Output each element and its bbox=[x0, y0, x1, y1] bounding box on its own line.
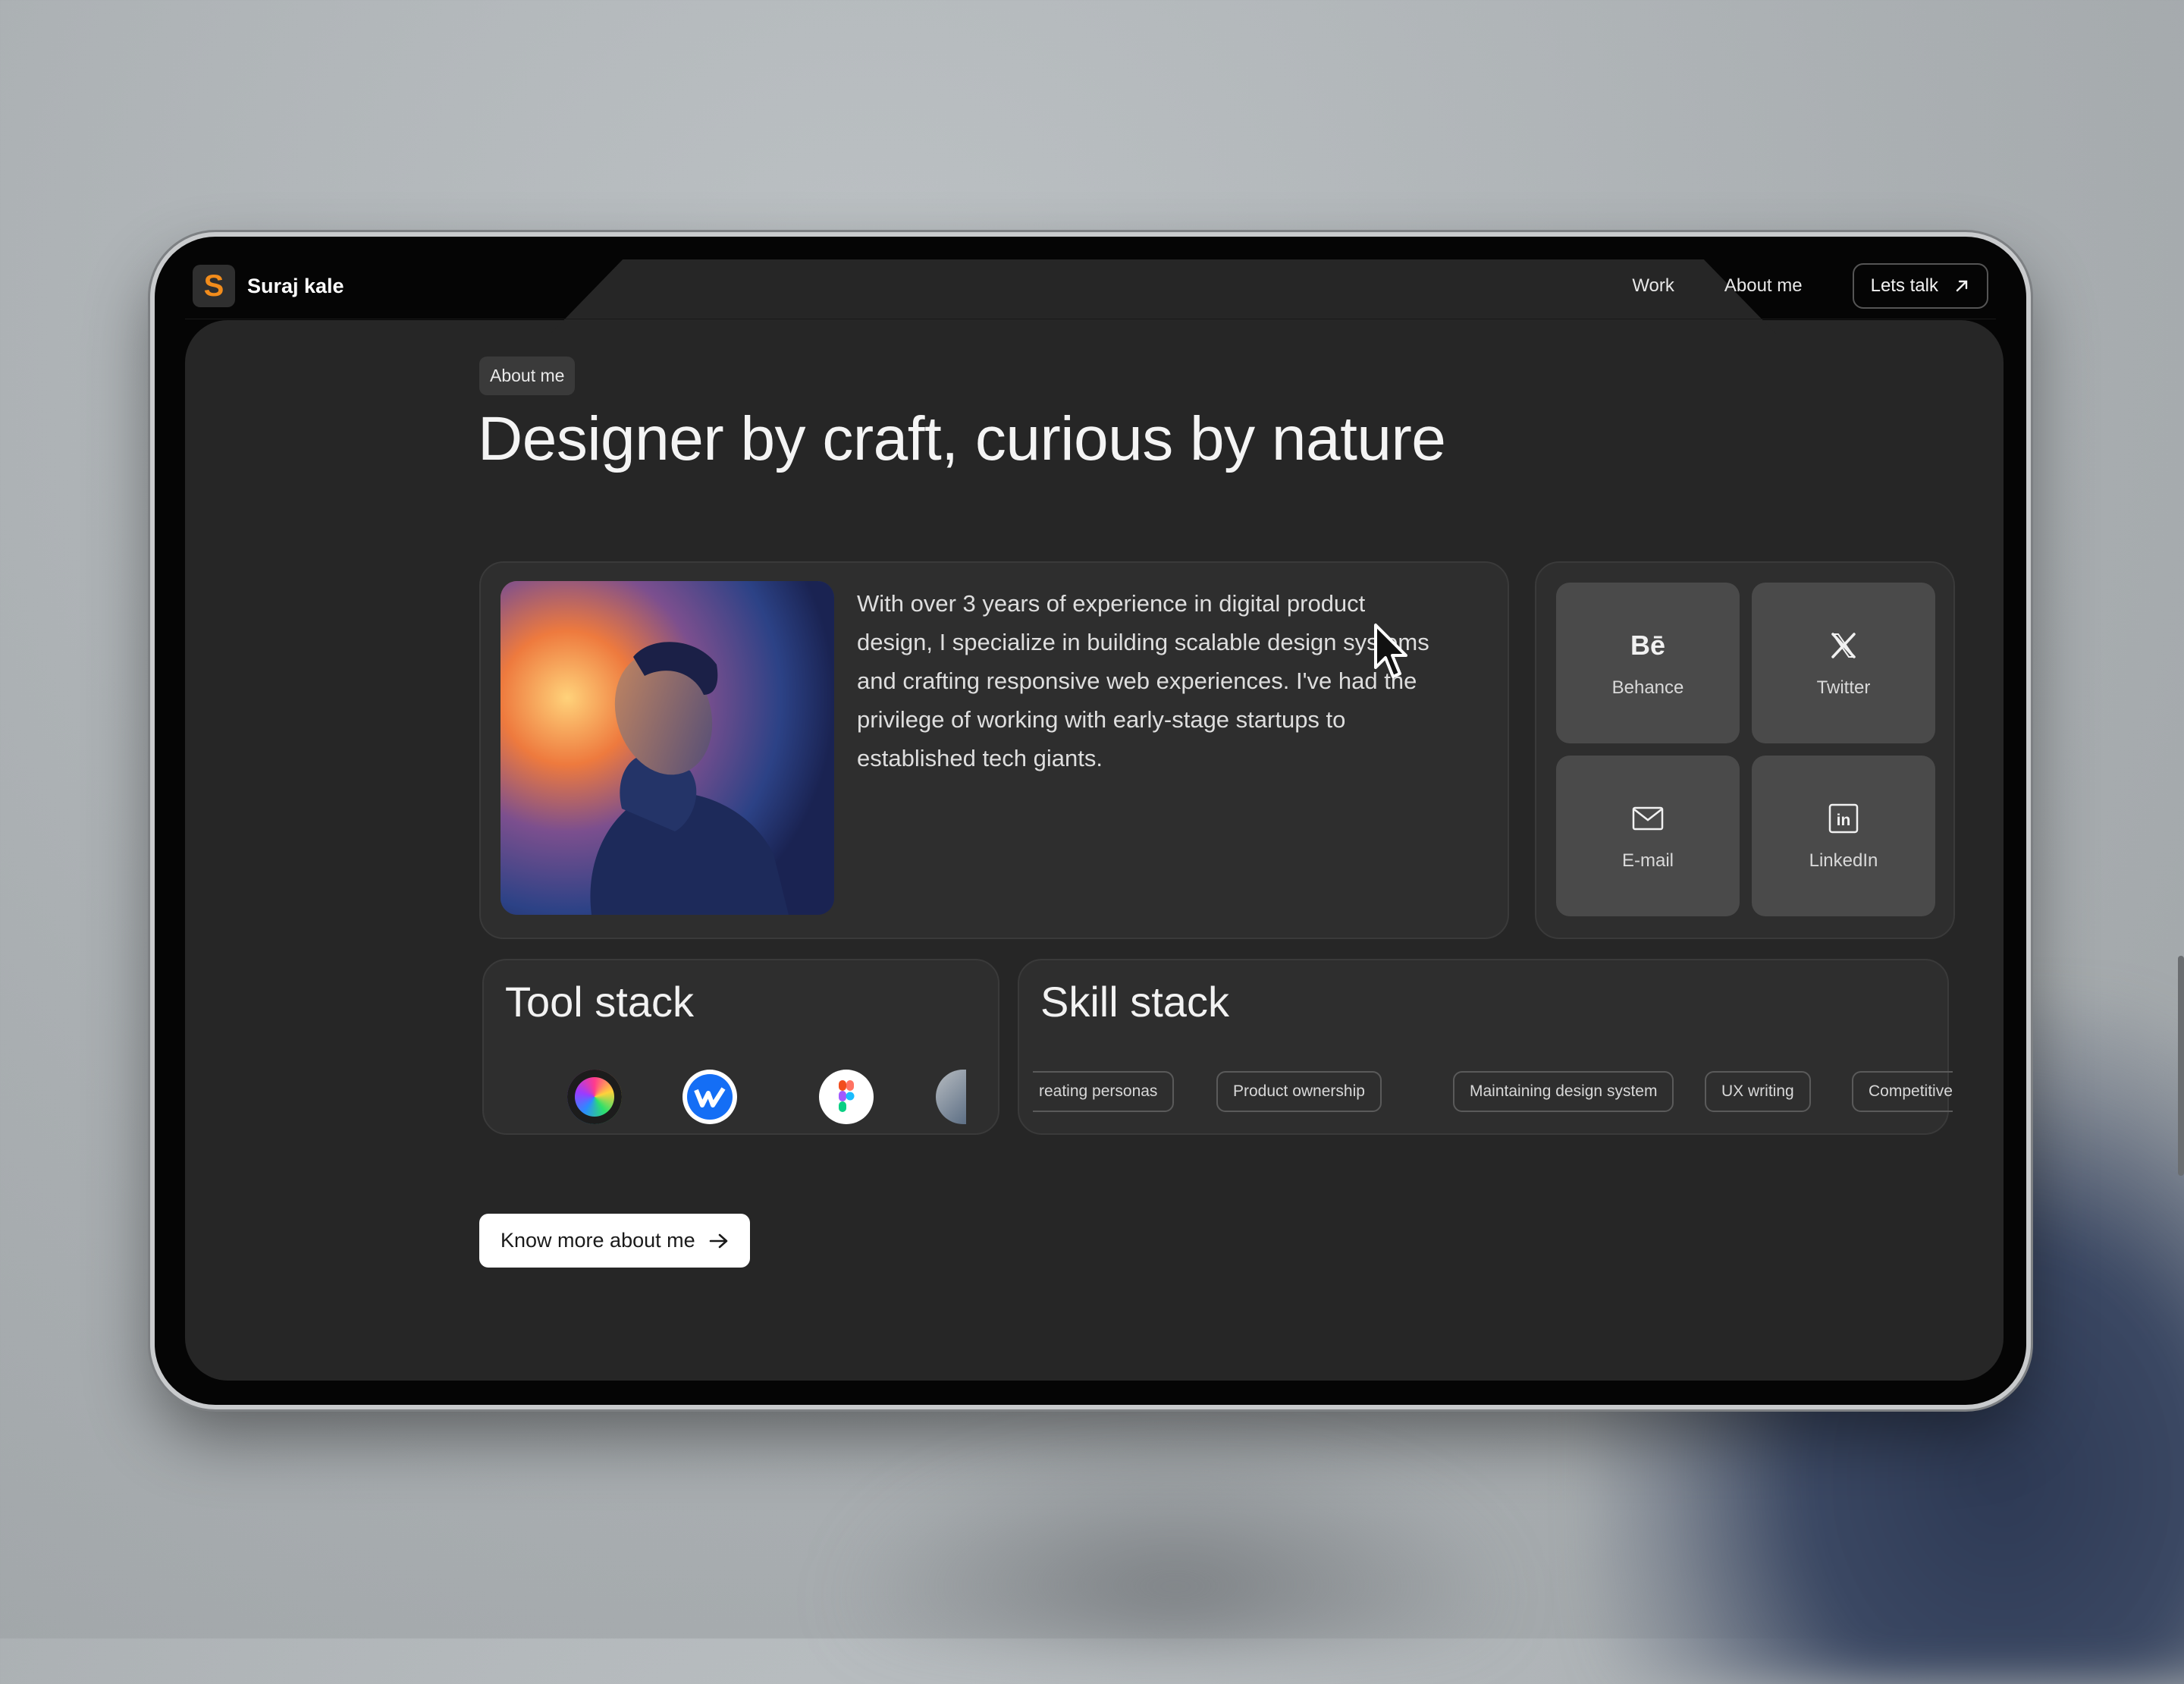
behance-icon: Bē bbox=[1630, 630, 1666, 661]
tool-stack-title: Tool stack bbox=[505, 978, 694, 1026]
arrow-right-icon bbox=[709, 1233, 727, 1248]
portrait-illustration bbox=[500, 581, 834, 915]
skill-pill: UX writing bbox=[1705, 1071, 1811, 1112]
tool-stack-card: Tool stack bbox=[482, 959, 999, 1135]
linkedin-tile[interactable]: in LinkedIn bbox=[1752, 756, 1935, 916]
social-card: Bē Behance Twitter E-mail in LinkedIn bbox=[1535, 561, 1955, 939]
portrait-image bbox=[500, 581, 834, 915]
scrollbar[interactable] bbox=[2178, 956, 2184, 1176]
twitter-tile[interactable]: Twitter bbox=[1752, 583, 1935, 743]
page-title: Designer by craft, curious by nature bbox=[478, 404, 1446, 473]
webflow-icon[interactable] bbox=[682, 1070, 737, 1124]
figma-icon[interactable] bbox=[819, 1070, 874, 1124]
lets-talk-button[interactable]: Lets talk bbox=[1852, 263, 1988, 309]
email-tile[interactable]: E-mail bbox=[1556, 756, 1740, 916]
linkedin-icon: in bbox=[1828, 800, 1859, 837]
x-icon bbox=[1828, 627, 1859, 664]
linkedin-label: LinkedIn bbox=[1809, 850, 1878, 871]
bio-paragraph: With over 3 years of experience in digit… bbox=[857, 590, 1429, 771]
svg-text:in: in bbox=[1837, 812, 1851, 829]
logo-icon[interactable]: S bbox=[193, 265, 235, 307]
section-tag: About me bbox=[479, 357, 576, 395]
skill-pill: Maintaining design system bbox=[1453, 1071, 1674, 1112]
skill-stack-title: Skill stack bbox=[1040, 978, 1229, 1026]
nav-links: Work About me Lets talk bbox=[1632, 263, 1988, 309]
spline-like-icon[interactable] bbox=[567, 1070, 622, 1124]
mail-icon bbox=[1632, 800, 1664, 837]
behance-label: Behance bbox=[1611, 677, 1684, 698]
know-more-button[interactable]: Know more about me bbox=[479, 1214, 750, 1268]
skill-pill: Competitive bbox=[1852, 1071, 1953, 1112]
logo-name[interactable]: Suraj kale bbox=[247, 275, 344, 298]
skill-stack-card: Skill stack reating personas Product own… bbox=[1018, 959, 1953, 1135]
email-label: E-mail bbox=[1621, 850, 1674, 871]
background-blur-light bbox=[834, 1441, 1517, 1638]
skill-pill: reating personas bbox=[1033, 1071, 1175, 1112]
device-frame: S Suraj kale Work About me Lets talk Abo… bbox=[155, 237, 2026, 1405]
nav-link-about[interactable]: About me bbox=[1724, 275, 1803, 297]
arrow-up-right-icon bbox=[1956, 280, 1968, 292]
bio-card: With over 3 years of experience in digit… bbox=[479, 561, 1509, 939]
skill-pill: Product ownership bbox=[1216, 1071, 1382, 1112]
behance-tile[interactable]: Bē Behance bbox=[1556, 583, 1740, 743]
lets-talk-label: Lets talk bbox=[1870, 275, 1938, 296]
mouse-cursor-icon bbox=[1374, 624, 1407, 678]
framer-icon[interactable] bbox=[936, 1070, 966, 1124]
twitter-label: Twitter bbox=[1816, 677, 1871, 698]
navbar: S Suraj kale Work About me Lets talk bbox=[193, 256, 1988, 316]
logo-letter: S bbox=[203, 269, 224, 303]
nav-link-work[interactable]: Work bbox=[1632, 275, 1674, 297]
know-more-label: Know more about me bbox=[500, 1229, 695, 1252]
